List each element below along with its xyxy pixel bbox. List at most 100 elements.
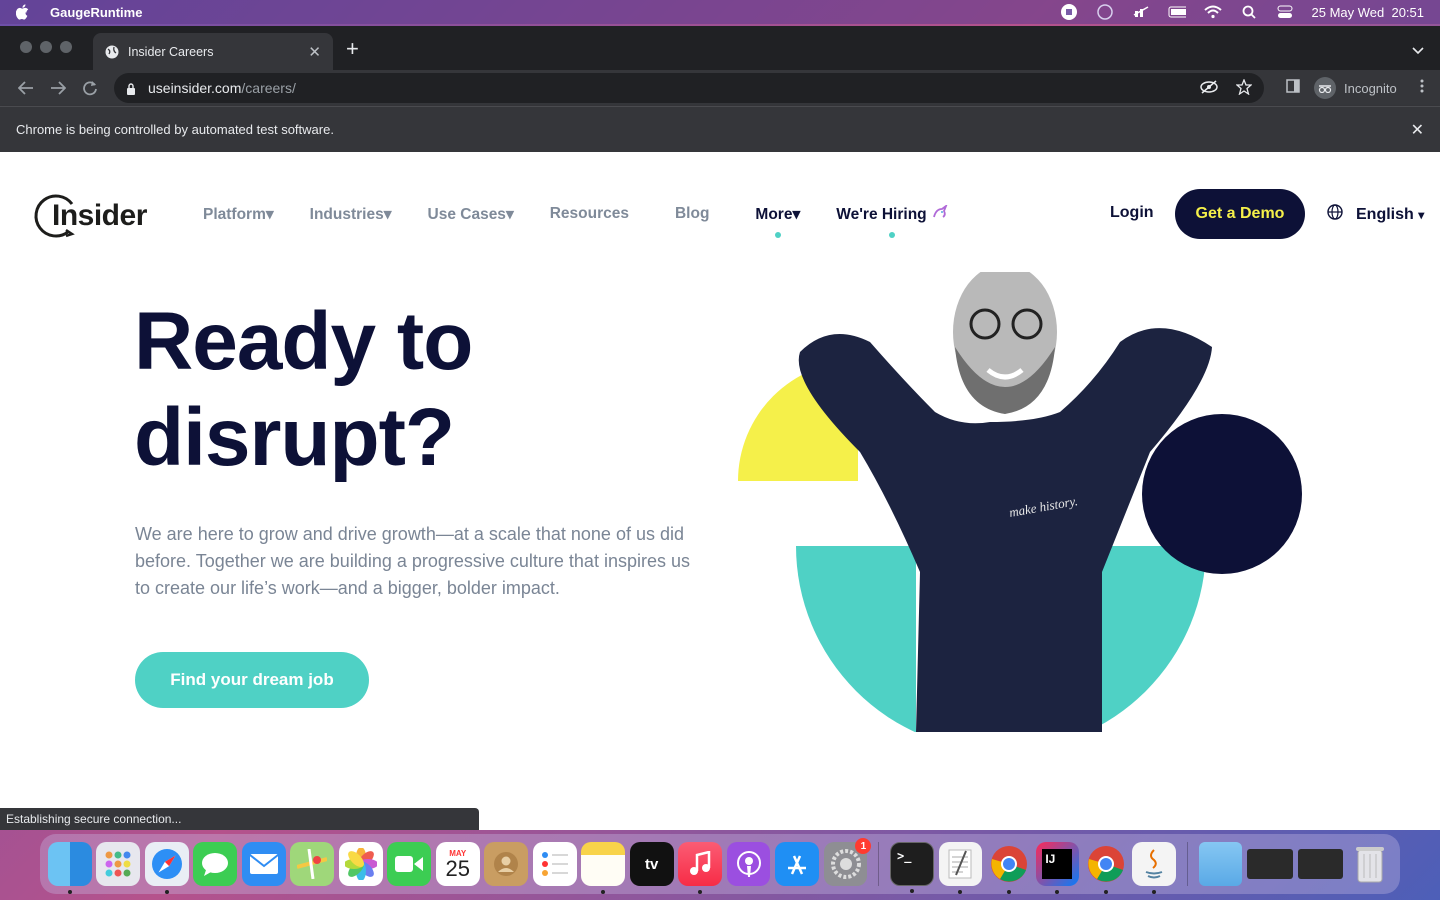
podcasts-icon[interactable]	[726, 842, 771, 886]
safari-icon[interactable]	[144, 842, 189, 894]
language-label: English	[1356, 205, 1414, 223]
downloads-folder-icon[interactable]	[1198, 842, 1243, 886]
intellij-idea-icon[interactable]: IJ	[1035, 842, 1080, 894]
tracking-hidden-eye-icon[interactable]	[1200, 79, 1218, 97]
reminders-icon[interactable]	[532, 842, 577, 886]
dock-separator	[878, 842, 880, 886]
menubar-datetime[interactable]: 25 May Wed 20:51	[1312, 5, 1425, 20]
nav-use-cases[interactable]: Use Cases▾	[428, 205, 514, 224]
hero-description: We are here to grow and drive growth—at …	[135, 524, 690, 598]
incognito-icon	[1314, 77, 1336, 99]
spotlight-search-icon[interactable]	[1240, 5, 1258, 19]
status-bubble: Establishing secure connection...	[0, 808, 479, 830]
language-selector[interactable]: English ▾	[1327, 204, 1424, 225]
mail-icon[interactable]	[241, 842, 286, 886]
photos-icon[interactable]	[338, 842, 383, 886]
nav-active-dot	[774, 232, 781, 238]
zoom-window-button[interactable]	[60, 41, 72, 53]
app-store-icon[interactable]	[775, 842, 819, 886]
music-icon[interactable]	[678, 842, 722, 894]
nav-platform[interactable]: Platform▾	[203, 205, 274, 224]
side-panel-icon[interactable]	[1286, 78, 1300, 98]
system-preferences-icon[interactable]: 1	[823, 838, 872, 886]
incognito-label: Incognito	[1344, 80, 1397, 96]
unicorn-icon	[932, 203, 948, 224]
maps-icon[interactable]	[290, 842, 335, 886]
window-controls	[20, 41, 72, 53]
insider-logo[interactable]: Insider	[32, 192, 147, 240]
incognito-indicator[interactable]: Incognito	[1314, 77, 1397, 99]
nav-resources[interactable]: Resources	[550, 205, 629, 224]
tab-title: Insider Careers	[128, 44, 214, 59]
new-tab-button[interactable]: +	[346, 38, 359, 60]
forward-arrow-icon[interactable]	[42, 74, 74, 102]
minimize-window-button[interactable]	[40, 41, 52, 53]
logo-wordmark: Insider	[52, 199, 147, 232]
wifi-icon[interactable]	[1203, 5, 1222, 19]
chrome-icon[interactable]	[987, 842, 1031, 894]
infobar-close-icon[interactable]: ✕	[1411, 120, 1424, 140]
calendar-icon[interactable]: MAY 25	[435, 842, 480, 886]
globe-favicon-icon	[105, 45, 119, 59]
hero-illustration: make history.	[738, 272, 1302, 732]
record-icon[interactable]	[1060, 4, 1078, 20]
browser-window: Insider Careers ✕ + useinsider.com/caree…	[0, 26, 1440, 830]
trash-icon[interactable]	[1348, 842, 1392, 886]
textedit-icon[interactable]	[938, 842, 983, 894]
chevron-down-icon: ▾	[792, 206, 801, 223]
back-arrow-icon[interactable]	[10, 74, 42, 102]
get-a-demo-button[interactable]: Get a Demo	[1175, 189, 1305, 239]
hero-title-line-1: Ready to	[134, 296, 473, 387]
chevron-down-icon: ▾	[383, 206, 392, 223]
nav-blog[interactable]: Blog	[675, 205, 709, 224]
navy-circle	[1142, 414, 1302, 574]
control-center-icon[interactable]	[1276, 5, 1294, 19]
nav-were-hiring[interactable]: We're Hiring	[836, 203, 948, 238]
bookmark-star-icon[interactable]	[1235, 77, 1253, 98]
chrome-incognito-icon[interactable]	[1084, 842, 1128, 894]
address-bar[interactable]: useinsider.com/careers/	[114, 73, 1264, 103]
notes-icon[interactable]	[581, 842, 626, 894]
finder-icon[interactable]	[48, 842, 92, 894]
contacts-icon[interactable]	[484, 842, 529, 886]
automation-infobar: Chrome is being controlled by automated …	[0, 106, 1440, 152]
nav-platform-label: Platform	[203, 206, 266, 223]
active-app-name[interactable]: GaugeRuntime	[50, 5, 142, 20]
notification-badge: 1	[855, 838, 872, 854]
dock-separator	[1186, 842, 1188, 886]
close-window-button[interactable]	[20, 41, 32, 53]
window-thumbnail-1[interactable]	[1247, 849, 1293, 879]
battery-icon[interactable]	[1168, 5, 1186, 19]
tab-search-chevron-icon[interactable]	[1412, 42, 1424, 60]
nav-use-cases-label: Use Cases	[427, 206, 506, 223]
nav-industries-label: Industries	[309, 206, 384, 223]
active-tab[interactable]: Insider Careers ✕	[93, 33, 333, 70]
nav-more[interactable]: More▾	[755, 205, 801, 238]
java-icon[interactable]	[1132, 842, 1177, 894]
messages-icon[interactable]	[193, 842, 238, 886]
nav-hiring-dot	[888, 232, 895, 238]
chevron-down-icon: ▾	[265, 206, 274, 223]
apple-tv-icon[interactable]: tv	[629, 842, 674, 886]
window-thumbnail-2[interactable]	[1297, 849, 1344, 879]
nav-more-label: More	[755, 206, 793, 223]
browser-menu-kebab-icon[interactable]	[1420, 79, 1424, 98]
find-your-dream-job-button[interactable]: Find your dream job	[135, 652, 369, 708]
focus-moon-icon[interactable]	[1096, 4, 1114, 20]
lock-icon[interactable]	[126, 82, 136, 95]
facetime-icon[interactable]	[387, 842, 432, 886]
mute-icon[interactable]	[1132, 5, 1150, 19]
chevron-down-icon: ▾	[1418, 207, 1425, 222]
reload-icon[interactable]	[74, 74, 106, 102]
apple-tv-label: tv	[644, 855, 659, 873]
hero-title: Ready to disrupt?	[134, 294, 694, 486]
nav-industries[interactable]: Industries▾	[310, 205, 392, 224]
tab-strip: Insider Careers ✕ +	[0, 26, 1440, 70]
terminal-icon[interactable]: >_	[890, 842, 934, 893]
tab-close-icon[interactable]: ✕	[308, 43, 321, 61]
launchpad-icon[interactable]	[96, 842, 141, 886]
macos-menu-bar: GaugeRuntime 25 May Wed 20:51	[0, 0, 1440, 24]
url-path: /careers/	[241, 80, 296, 96]
login-link[interactable]: Login	[1110, 204, 1154, 222]
apple-icon[interactable]	[16, 4, 30, 20]
